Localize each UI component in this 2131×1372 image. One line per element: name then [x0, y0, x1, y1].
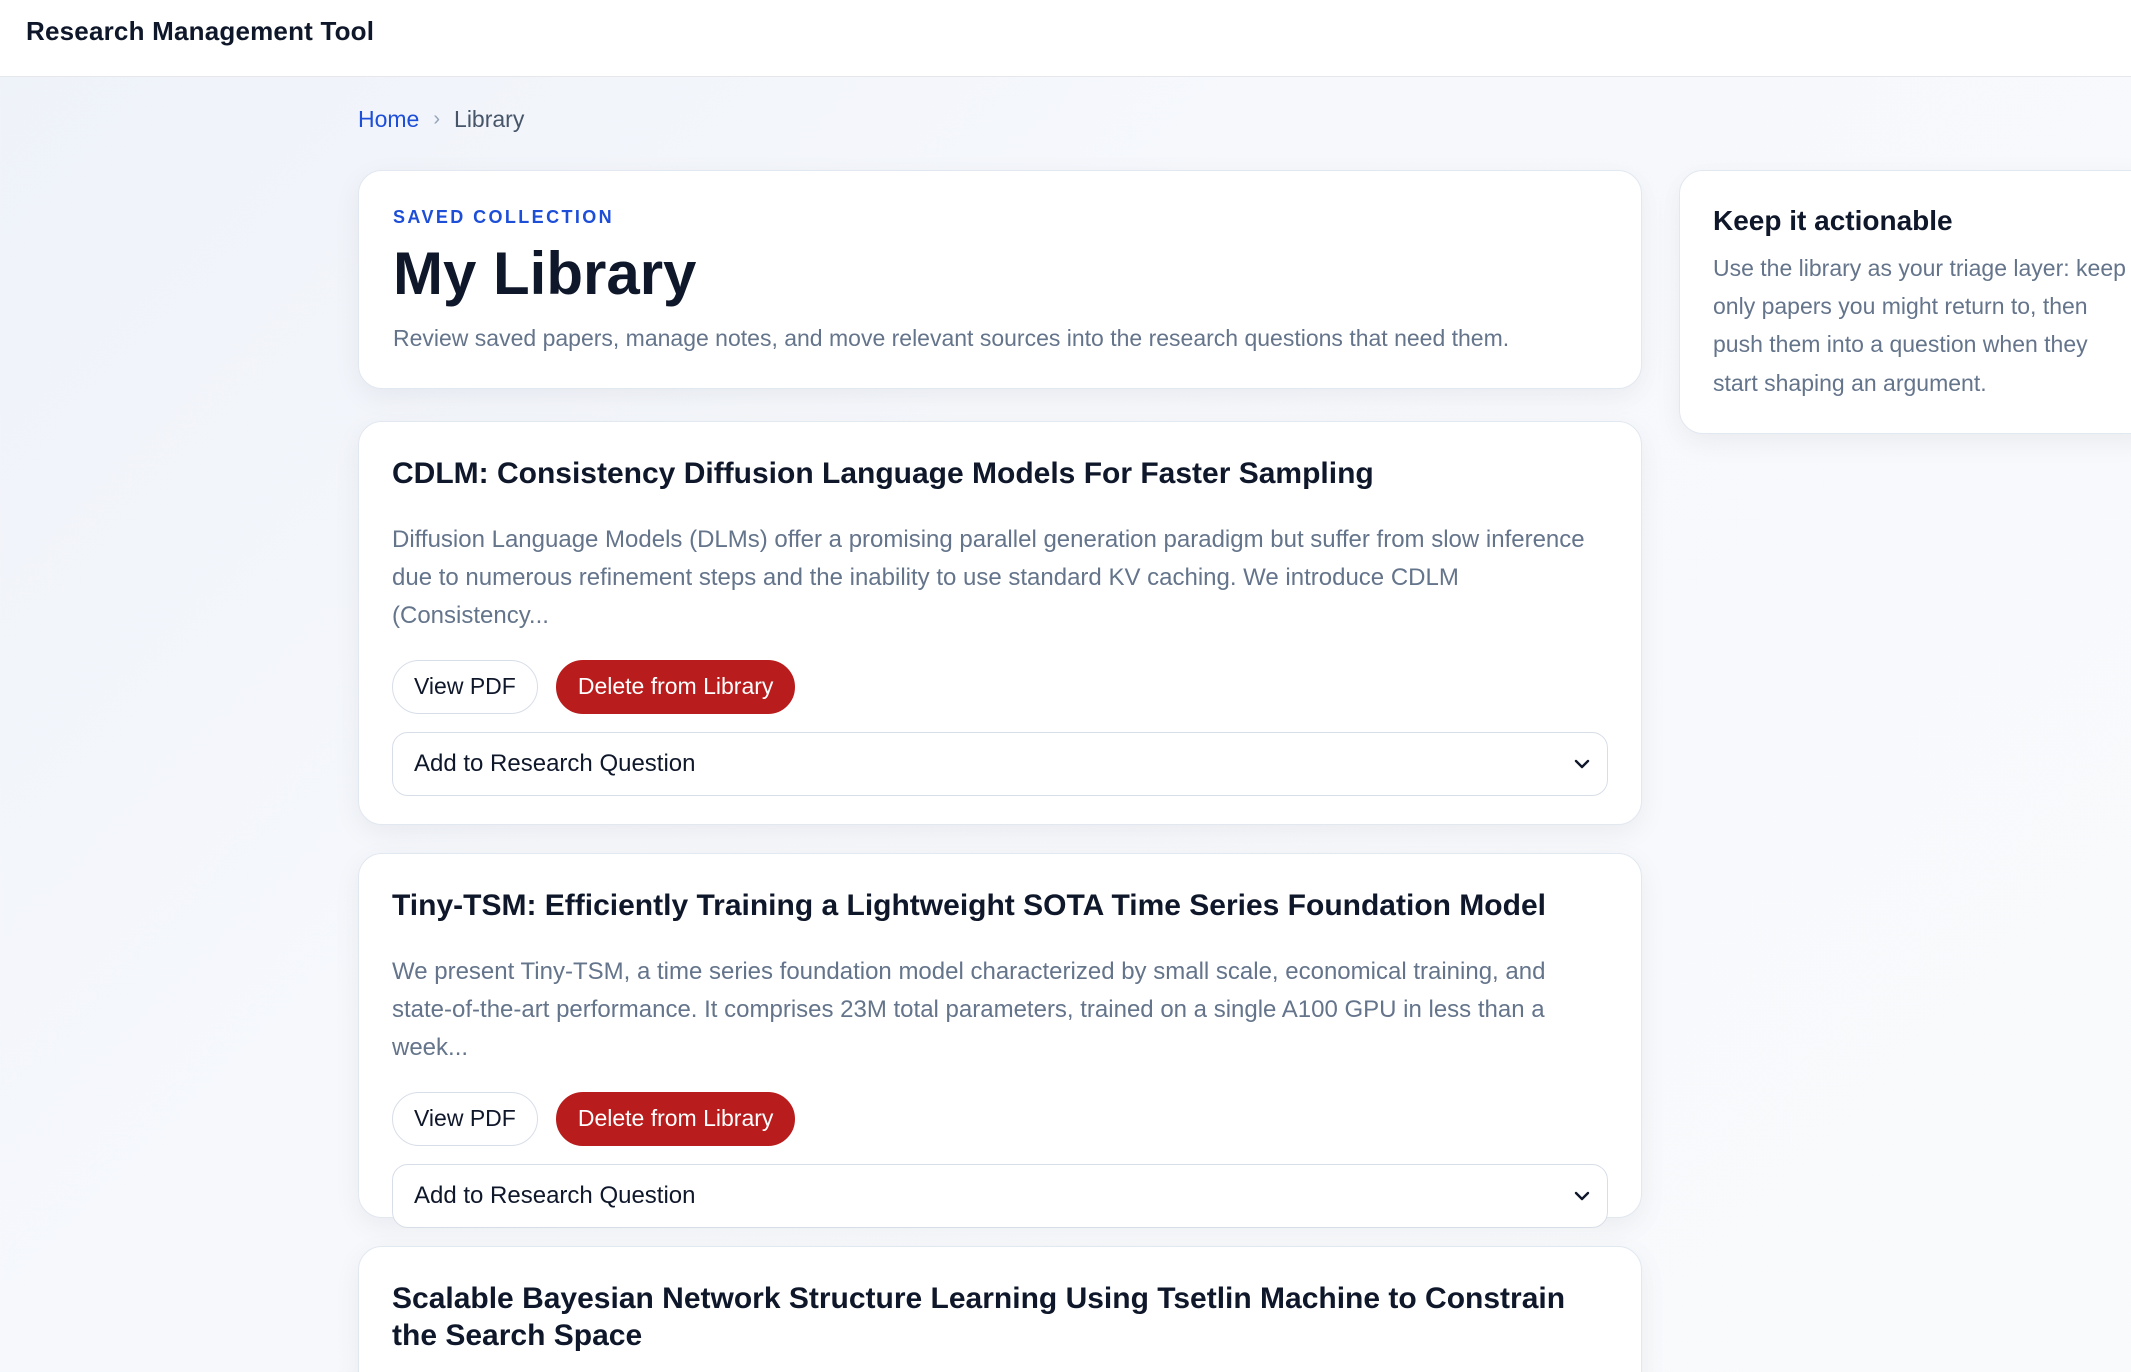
breadcrumb-separator: › — [433, 108, 441, 130]
paper-title: Scalable Bayesian Network Structure Lear… — [392, 1282, 1566, 1352]
paper-title: CDLM: Consistency Diffusion Language Mod… — [392, 457, 1374, 490]
tips-card: Keep it actionable Use the library as yo… — [1679, 170, 2131, 434]
library-header-card: SAVED COLLECTION My Library Review saved… — [358, 170, 1642, 389]
research-question-select[interactable]: Add to Research Question — [392, 1163, 1608, 1228]
page-description: Review saved papers, manage notes, and m… — [393, 325, 1510, 351]
breadcrumb: Home › Library — [358, 106, 524, 133]
paper-actions: View PDF Delete from Library — [392, 1091, 1608, 1146]
research-question-select[interactable]: Add to Research Question — [392, 731, 1608, 796]
tips-title: Keep it actionable — [1713, 205, 1953, 236]
paper-card: Tiny-TSM: Efficiently Training a Lightwe… — [358, 853, 1642, 1228]
view-pdf-button[interactable]: View PDF — [392, 1091, 538, 1146]
page-title: My Library — [393, 240, 697, 307]
section-eyebrow: SAVED COLLECTION — [393, 207, 615, 227]
paper-card: CDLM: Consistency Diffusion Language Mod… — [358, 421, 1642, 825]
paper-actions: View PDF Delete from Library — [392, 659, 1608, 714]
paper-abstract: Diffusion Language Models (DLMs) offer a… — [392, 525, 1585, 630]
research-question-select-value: Add to Research Question — [414, 749, 696, 777]
paper-title: Tiny-TSM: Efficiently Training a Lightwe… — [392, 889, 1546, 922]
chevron-down-icon — [1571, 753, 1593, 775]
breadcrumb-current: Library — [454, 106, 525, 132]
delete-from-library-button[interactable]: Delete from Library — [555, 659, 796, 714]
delete-from-library-button[interactable]: Delete from Library — [555, 1091, 796, 1146]
breadcrumb-home-link[interactable]: Home — [358, 106, 419, 133]
paper-card: Scalable Bayesian Network Structure Lear… — [358, 1246, 1642, 1372]
top-bar: Research Management Tool — [0, 0, 2131, 77]
view-pdf-button[interactable]: View PDF — [392, 659, 538, 714]
chevron-down-icon — [1571, 1185, 1593, 1207]
paper-abstract: We present Tiny-TSM, a time series found… — [392, 957, 1546, 1062]
tips-text: Use the library as your triage layer: ke… — [1713, 255, 2126, 396]
research-question-select-value: Add to Research Question — [414, 1181, 696, 1209]
app-title[interactable]: Research Management Tool — [26, 16, 374, 47]
